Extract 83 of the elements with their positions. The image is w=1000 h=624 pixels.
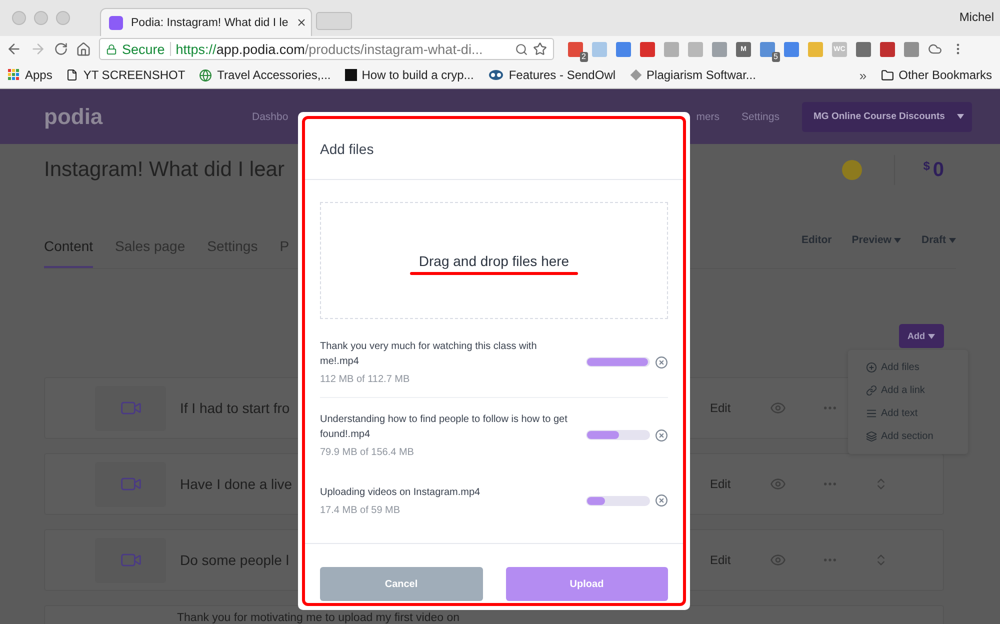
video-thumbnail — [95, 538, 166, 582]
reload-icon[interactable] — [54, 42, 68, 56]
extension-icon[interactable] — [616, 42, 631, 56]
edit-link[interactable]: Edit — [710, 477, 770, 491]
profile-name[interactable]: Michel — [959, 10, 994, 24]
bookmark-item[interactable]: How to build a cryp... — [344, 68, 474, 82]
file-size: 17.4 MB of 59 MB — [320, 505, 402, 516]
video-thumbnail — [95, 386, 166, 430]
bookmarks-overflow[interactable]: » — [859, 68, 867, 82]
cloud-icon[interactable] — [928, 42, 942, 56]
edit-link[interactable]: Edit — [710, 553, 770, 567]
menu-item[interactable]: Add section — [848, 425, 968, 448]
file-name: Uploading videos on Instagram.mp4 — [320, 486, 482, 500]
page-tab[interactable]: Content — [44, 238, 94, 268]
browser-tab[interactable]: Podia: Instagram! What did I le — [100, 8, 312, 36]
cancel-button[interactable]: Cancel — [320, 567, 482, 601]
lock-icon — [106, 44, 117, 54]
extension-icon[interactable] — [856, 42, 871, 56]
page-icon — [66, 69, 78, 81]
forward-icon[interactable] — [30, 41, 46, 57]
close-icon[interactable] — [296, 17, 308, 28]
home-icon[interactable] — [76, 42, 91, 56]
product-title: Instagram! What did I lear — [44, 158, 286, 182]
menu-item[interactable]: Add text — [848, 402, 968, 425]
nav-link[interactable]: Dashbo — [252, 110, 288, 122]
upload-button[interactable]: Upload — [506, 567, 668, 601]
favicon-icon — [109, 16, 123, 30]
extension-icon[interactable] — [784, 42, 799, 56]
store-dropdown[interactable]: MG Online Course Discounts — [802, 102, 972, 132]
revenue-amount: $0 — [923, 158, 944, 182]
layers-icon — [866, 431, 877, 442]
menu-item[interactable]: Add files — [848, 356, 968, 379]
extension-icon[interactable] — [760, 42, 775, 56]
video-thumbnail — [95, 462, 166, 506]
row-title: Do some people l — [180, 552, 289, 568]
address-bar[interactable]: Secure https://app.podia.com/products/instagram-what-di... — [99, 38, 554, 60]
extension-icon[interactable] — [880, 42, 895, 56]
close-window-control[interactable] — [12, 11, 26, 25]
extension-icon[interactable] — [712, 42, 727, 56]
caret-icon — [928, 334, 935, 338]
file-name: Thank you very much for watching this class with me!.mp4 — [320, 340, 538, 369]
link-icon — [866, 385, 877, 396]
remove-icon[interactable] — [655, 356, 668, 368]
minimize-window-control[interactable] — [34, 11, 48, 25]
extension-icon[interactable] — [568, 42, 583, 56]
folder-icon — [880, 68, 894, 82]
bookmark-item[interactable]: Travel Accessories,... — [199, 68, 331, 82]
extension-icon[interactable] — [904, 42, 919, 56]
nav-link[interactable]: mers — [696, 110, 720, 122]
add-button[interactable]: Add — [898, 324, 944, 348]
globe-icon — [199, 68, 212, 82]
file-name: Understanding how to find people to follow is how to get found!.mp4 — [320, 413, 568, 442]
podia-logo[interactable]: podia — [44, 104, 252, 130]
zoom-window-control[interactable] — [56, 11, 70, 25]
drop-zone-text: Drag and drop files here — [418, 252, 570, 268]
text-lines-icon — [866, 408, 877, 419]
row-title: If I had to start fro — [180, 400, 290, 416]
file-size: 79.9 MB of 156.4 MB — [320, 447, 415, 458]
file-size: 112 MB of 112.7 MB — [320, 374, 411, 385]
secure-label: Secure — [122, 42, 165, 56]
diamond-icon — [630, 69, 642, 81]
url-text: https://app.podia.com/products/instagram-what-di... — [176, 42, 484, 56]
drop-zone[interactable]: Drag and drop files here — [320, 202, 668, 319]
dialog-title: Add files — [320, 141, 374, 157]
nav-link[interactable]: Settings — [742, 110, 780, 122]
bookmark-item[interactable]: Apps — [8, 68, 52, 82]
star-icon[interactable] — [533, 42, 547, 56]
bookmark-item[interactable]: YT SCREENSHOT — [66, 68, 186, 82]
row-title: Thank you for motivating me to upload my first video on — [177, 613, 460, 623]
remove-icon[interactable] — [655, 428, 668, 442]
back-icon[interactable] — [6, 41, 22, 57]
plus-circle-icon — [866, 362, 877, 373]
bookmark-item[interactable]: Features - SendOwl — [488, 68, 616, 82]
remove-icon[interactable] — [655, 494, 668, 507]
extension-icon[interactable] — [640, 42, 655, 56]
edit-link[interactable]: Edit — [710, 401, 770, 415]
caret-icon — [956, 114, 964, 119]
zoom-icon[interactable] — [515, 42, 528, 56]
menu-item[interactable]: Add a link — [848, 379, 968, 402]
bookmark-folder[interactable]: Other Bookmarks — [880, 68, 992, 82]
bookmark-item[interactable]: Plagiarism Softwar... — [630, 68, 756, 82]
apps-grid-icon — [8, 69, 20, 81]
row-title: Have I done a live — [180, 476, 292, 492]
